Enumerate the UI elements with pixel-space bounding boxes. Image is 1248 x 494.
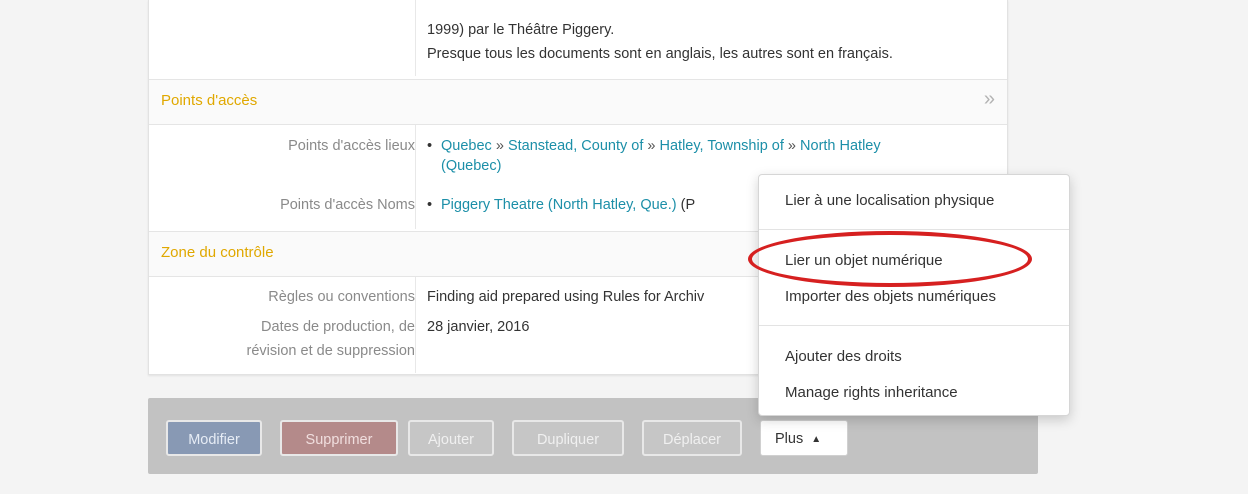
column-divider xyxy=(415,0,416,76)
field-value-places: • Quebec » Stanstead, County of » Hatley,… xyxy=(427,136,997,176)
delete-button[interactable]: Supprimer xyxy=(280,420,398,456)
move-button[interactable]: Déplacer xyxy=(642,420,742,456)
bullet-icon: • xyxy=(427,138,433,154)
place-link-north-hatley[interactable]: North Hatley xyxy=(800,138,881,154)
breadcrumb-separator: » xyxy=(787,138,796,154)
more-button-label: Plus xyxy=(775,431,804,447)
menu-item-add-rights[interactable]: Ajouter des droits xyxy=(785,347,902,367)
language-note-line-1: 1999) par le Théâtre Piggery. xyxy=(427,22,615,38)
menu-item-link-physical-location[interactable]: Lier à une localisation physique xyxy=(785,191,994,211)
field-label-places: Points d'accès lieux xyxy=(288,138,415,154)
double-chevron-icon[interactable]: » xyxy=(984,88,995,111)
caret-up-icon: ▲ xyxy=(811,434,822,445)
column-divider xyxy=(415,277,416,373)
place-link-quebec[interactable]: Quebec xyxy=(441,138,492,154)
place-link-stanstead[interactable]: Stanstead, County of xyxy=(508,138,643,154)
menu-divider xyxy=(759,325,1069,326)
section-access-points[interactable]: Points d'accès » xyxy=(149,79,1007,125)
section-title: Points d'accès xyxy=(161,92,258,109)
name-link-piggery[interactable]: Piggery Theatre (North Hatley, Que.) xyxy=(441,197,677,213)
more-dropdown-menu: Lier à une localisation physique Lier un… xyxy=(758,174,1070,416)
field-label-rules: Règles ou conventions xyxy=(268,289,415,305)
field-value-rules: Finding aid prepared using Rules for Arc… xyxy=(427,289,705,305)
field-label-dates-1: Dates de production, de xyxy=(261,319,415,335)
breadcrumb-separator: » xyxy=(495,138,504,154)
add-button[interactable]: Ajouter xyxy=(408,420,494,456)
menu-item-import-digital-objects[interactable]: Importer des objets numériques xyxy=(785,287,996,307)
section-title: Zone du contrôle xyxy=(161,244,274,261)
language-note-line-2: Presque tous les documents sont en angla… xyxy=(427,46,893,62)
field-label-names: Points d'accès Noms xyxy=(280,197,415,213)
edit-button[interactable]: Modifier xyxy=(166,420,262,456)
place-link-hatley[interactable]: Hatley, Township of xyxy=(660,138,784,154)
duplicate-button[interactable]: Dupliquer xyxy=(512,420,624,456)
field-label-dates-2: révision et de suppression xyxy=(246,343,415,359)
menu-divider xyxy=(759,229,1069,230)
breadcrumb-separator: » xyxy=(647,138,656,154)
menu-item-manage-rights-inheritance[interactable]: Manage rights inheritance xyxy=(785,383,958,403)
name-suffix: (P xyxy=(680,197,696,213)
column-divider xyxy=(415,125,416,229)
bullet-icon: • xyxy=(427,197,433,213)
menu-item-link-digital-object[interactable]: Lier un objet numérique xyxy=(785,251,943,271)
place-link-north-hatley-qc[interactable]: (Quebec) xyxy=(441,158,501,174)
field-value-dates: 28 janvier, 2016 xyxy=(427,319,530,335)
field-value-names: • Piggery Theatre (North Hatley, Que.) (P xyxy=(427,195,695,215)
more-button[interactable]: Plus ▲ xyxy=(760,420,848,456)
